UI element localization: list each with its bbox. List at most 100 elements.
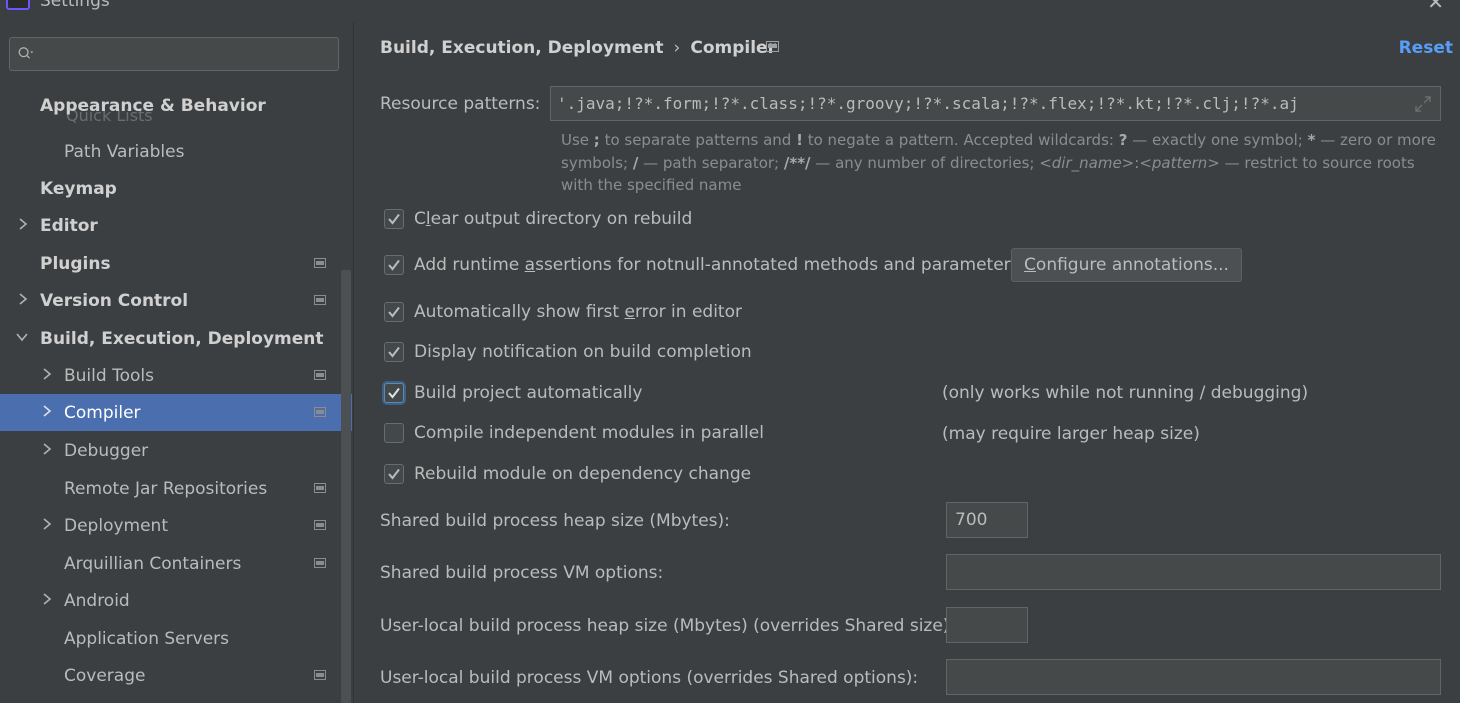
expand-icon[interactable] <box>1414 95 1432 113</box>
user-vm-input[interactable] <box>946 659 1441 695</box>
sidebar-item-coverage[interactable]: Coverage <box>0 657 352 694</box>
settings-sidebar: Quick Lists Appearance & Behavior Path V… <box>0 22 352 703</box>
app-icon <box>6 0 30 10</box>
build-automatically-checkbox[interactable] <box>384 383 404 403</box>
runtime-assertions-checkbox[interactable] <box>384 255 404 275</box>
check-icon <box>388 306 400 318</box>
rebuild-on-dependency-checkbox[interactable] <box>384 464 404 484</box>
sidebar-item-arquillian-containers[interactable]: Arquillian Containers <box>0 545 352 582</box>
sidebar-item-label: Debugger <box>64 441 149 461</box>
resource-patterns-value[interactable]: '.java;!?*.form;!?*.class;!?*.groovy;!?*… <box>557 94 1403 113</box>
search-box[interactable] <box>9 37 339 71</box>
build-automatically-note: (only works while not running / debuggin… <box>942 383 1309 403</box>
shared-vm-input[interactable] <box>946 554 1441 590</box>
compile-parallel-checkbox[interactable] <box>384 423 404 443</box>
sidebar-item-label: Plugins <box>40 254 111 274</box>
resource-patterns-hint: Use ; to separate patterns and ! to nega… <box>561 131 1436 194</box>
sidebar-item-label: Path Variables <box>64 142 185 162</box>
page-settings-icon <box>314 370 326 380</box>
chevron-right-icon[interactable] <box>40 441 54 457</box>
chevron-right-icon[interactable] <box>40 403 54 419</box>
sidebar-item-label: Application Servers <box>64 629 229 649</box>
search-input[interactable] <box>50 42 334 68</box>
build-automatically-label: Build project automatically <box>414 383 643 403</box>
breadcrumb-separator: › <box>673 38 681 58</box>
sidebar-item-build-tools[interactable]: Build Tools <box>0 357 352 394</box>
chevron-right-icon[interactable] <box>40 516 54 532</box>
configure-annotations-button[interactable]: Configure annotations... <box>1011 248 1242 282</box>
sidebar-item-debugger[interactable]: Debugger <box>0 432 352 469</box>
sidebar-item-label: Build Tools <box>64 366 154 386</box>
sidebar-item-label: Build, Execution, Deployment <box>40 329 324 349</box>
title-bar: Settings ✕ <box>0 0 1460 16</box>
compile-parallel-note: (may require larger heap size) <box>942 424 1200 444</box>
page-settings-icon <box>314 670 326 680</box>
page-settings-icon <box>314 520 326 530</box>
show-first-error-checkbox[interactable] <box>384 302 404 322</box>
sidebar-item-label: Remote Jar Repositories <box>64 479 268 499</box>
sidebar-item-label: Compiler <box>64 403 141 423</box>
page-settings-icon <box>314 407 326 417</box>
breadcrumb: Build, Execution, Deployment › Compiler <box>380 38 776 58</box>
sidebar-item-android[interactable]: Android <box>0 582 352 619</box>
shared-heap-input[interactable] <box>946 502 1028 538</box>
user-heap-label: User-local build process heap size (Mbyt… <box>380 616 956 636</box>
breadcrumb-current: Compiler <box>690 38 776 58</box>
sidebar-item-label: Android <box>64 591 130 611</box>
show-first-error-label: Automatically show first error in editor <box>414 302 742 322</box>
sidebar-item-application-servers[interactable]: Application Servers <box>0 620 352 657</box>
sidebar-item-deployment[interactable]: Deployment <box>0 507 352 544</box>
search-icon[interactable] <box>18 45 34 61</box>
clear-output-label: Clear output directory on rebuild <box>414 209 693 229</box>
sidebar-item-editor[interactable]: Editor <box>0 207 352 244</box>
display-notification-label: Display notification on build completion <box>414 342 752 362</box>
sidebar-item-compiler[interactable]: Compiler <box>0 394 352 431</box>
check-icon <box>388 346 400 358</box>
sidebar-item-label: Editor <box>40 216 98 236</box>
display-notification-checkbox[interactable] <box>384 342 404 362</box>
sidebar-item-appearance-behavior[interactable]: Appearance & Behavior <box>0 87 352 124</box>
sidebar-item-version-control[interactable]: Version Control <box>0 282 352 319</box>
check-icon <box>388 387 400 399</box>
user-heap-input[interactable] <box>946 607 1028 643</box>
page-settings-icon <box>314 558 326 568</box>
check-icon <box>388 468 400 480</box>
check-icon <box>388 259 400 271</box>
sidebar-scrollbar[interactable] <box>341 270 351 703</box>
page-settings-icon <box>314 483 326 493</box>
close-icon[interactable]: ✕ <box>1427 0 1444 12</box>
sidebar-item-label: Arquillian Containers <box>64 554 242 574</box>
page-settings-icon <box>766 41 779 52</box>
shared-heap-label: Shared build process heap size (Mbytes): <box>380 511 730 531</box>
sidebar-item-remote-jar-repositories[interactable]: Remote Jar Repositories <box>0 470 352 507</box>
runtime-assertions-label: Add runtime assertions for notnull-annot… <box>414 255 1020 275</box>
reset-link[interactable]: Reset <box>1399 38 1453 58</box>
sidebar-item-path-variables[interactable]: Path Variables <box>0 133 352 170</box>
compile-parallel-label: Compile independent modules in parallel <box>414 423 764 443</box>
check-icon <box>388 213 400 225</box>
window-title: Settings <box>40 0 110 11</box>
page-settings-icon <box>314 295 326 305</box>
sidebar-item-label: Version Control <box>40 291 189 311</box>
chevron-down-icon[interactable] <box>15 329 29 345</box>
user-vm-label: User-local build process VM options (ove… <box>380 668 919 688</box>
sidebar-item-keymap[interactable]: Keymap <box>0 170 352 207</box>
sidebar-item-plugins[interactable]: Plugins <box>0 245 352 282</box>
page-settings-icon <box>314 258 326 268</box>
clear-output-checkbox[interactable] <box>384 209 404 229</box>
breadcrumb-parent[interactable]: Build, Execution, Deployment <box>380 38 664 58</box>
shared-vm-label: Shared build process VM options: <box>380 563 664 583</box>
resource-patterns-label: Resource patterns: <box>380 94 541 114</box>
compiler-settings-panel: Build, Execution, Deployment › Compiler Re… <box>353 22 1460 703</box>
chevron-right-icon[interactable] <box>40 591 54 607</box>
rebuild-on-dependency-label: Rebuild module on dependency change <box>414 464 752 484</box>
sidebar-item-build-execution-deployment[interactable]: Build, Execution, Deployment <box>0 320 352 357</box>
sidebar-item-label: Deployment <box>64 516 168 536</box>
chevron-right-icon[interactable] <box>16 216 30 232</box>
sidebar-item-label: Coverage <box>64 666 146 686</box>
chevron-right-icon[interactable] <box>40 366 54 382</box>
chevron-right-icon[interactable] <box>16 291 30 307</box>
sidebar-item-label: Keymap <box>40 179 117 199</box>
sidebar-item-label: Appearance & Behavior <box>40 96 266 116</box>
resource-patterns-field[interactable]: '.java;!?*.form;!?*.class;!?*.groovy;!?*… <box>550 86 1441 121</box>
